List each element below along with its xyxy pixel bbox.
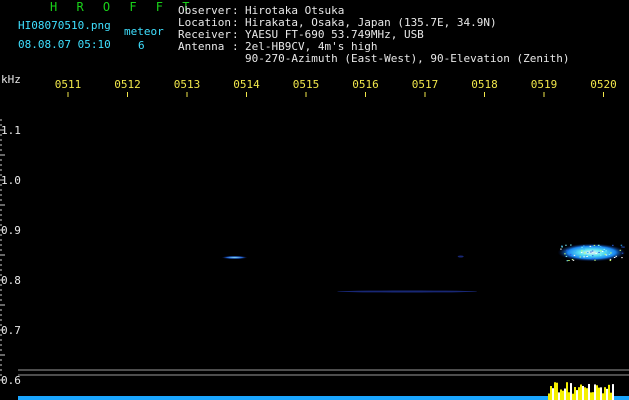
y-axis-label: kHz: [1, 73, 21, 86]
noise-floor-band: [18, 396, 629, 400]
x-tick-label: 0518: [471, 78, 498, 91]
spectrogram-chart: 0511 0512 0513 0514 0515 0516 0517 0518 0519 0520…: [0, 0, 629, 400]
x-tick-label: 0514: [233, 78, 260, 91]
x-tick-label: 0520: [590, 78, 617, 91]
meteor-echo: [558, 244, 626, 262]
noise-burst: [548, 382, 614, 400]
x-tick-label: 0511: [55, 78, 82, 91]
x-tick-label: 0512: [114, 78, 141, 91]
x-tick-label: 0517: [412, 78, 439, 91]
meteor-echo: [222, 256, 248, 259]
x-tick-label: 0515: [293, 78, 320, 91]
meteor-echo: [337, 291, 477, 293]
x-tick-label: 0516: [352, 78, 379, 91]
x-tick-label: 0513: [174, 78, 201, 91]
x-tick-label: 0519: [531, 78, 558, 91]
meteor-echo: [458, 256, 464, 258]
